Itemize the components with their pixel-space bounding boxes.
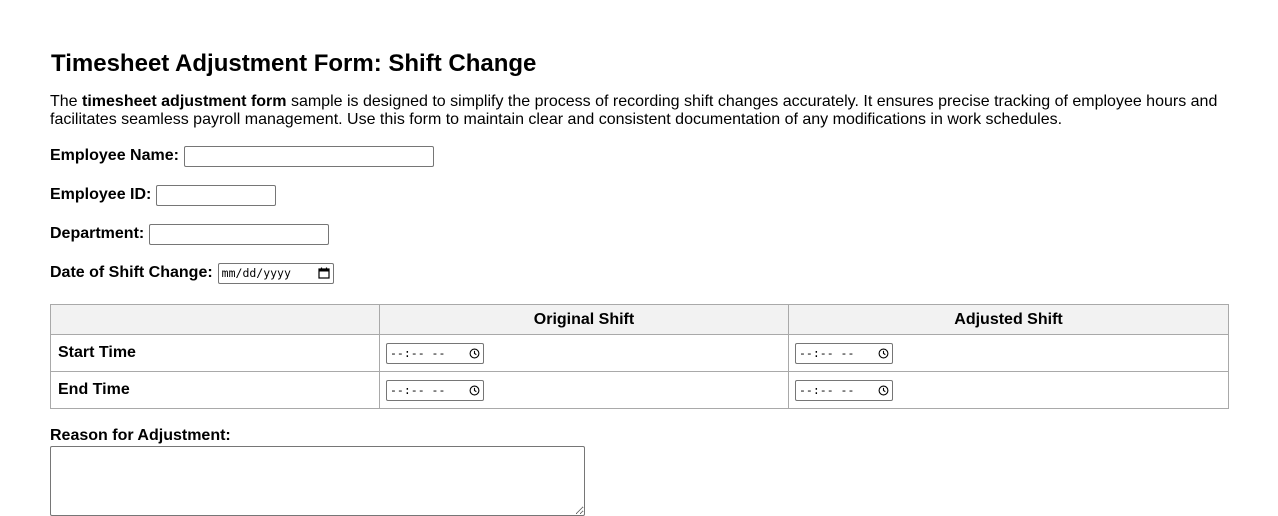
calendar-icon[interactable] xyxy=(318,267,330,279)
department-label: Department: xyxy=(50,225,145,242)
original-start-time-input[interactable]: --:-- -- xyxy=(386,342,484,364)
reason-textarea[interactable] xyxy=(50,446,585,516)
header-adjusted-shift: Adjusted Shift xyxy=(788,304,1229,335)
employee-name-row: Employee Name: xyxy=(50,145,434,167)
adjusted-end-time-input[interactable]: --:-- -- xyxy=(795,379,893,401)
adjusted-start-time-value: --:-- -- xyxy=(799,346,855,360)
shift-date-input[interactable]: mm/dd/yyyy xyxy=(217,262,334,284)
intro-paragraph: The timesheet adjustment form sample is … xyxy=(50,93,1228,129)
employee-id-row: Employee ID: xyxy=(50,184,277,206)
original-end-time-value: --:-- -- xyxy=(390,383,446,397)
original-end-time-input[interactable]: --:-- -- xyxy=(386,379,484,401)
adjusted-start-time-input[interactable]: --:-- -- xyxy=(795,342,893,364)
intro-bold-text: timesheet adjustment form xyxy=(82,93,287,110)
shift-table: Original Shift Adjusted Shift Start Time… xyxy=(50,304,1229,409)
table-row-end-time: End Time --:-- -- --:-- -- xyxy=(50,371,1229,409)
clock-icon[interactable] xyxy=(469,348,480,359)
department-input[interactable] xyxy=(149,223,330,245)
intro-prefix: The xyxy=(50,93,83,110)
employee-name-label: Employee Name: xyxy=(50,147,179,164)
shift-date-label: Date of Shift Change: xyxy=(50,264,213,281)
start-time-label: Start Time xyxy=(50,334,380,372)
clock-icon[interactable] xyxy=(878,348,889,359)
employee-id-input[interactable] xyxy=(156,184,277,206)
shift-date-row: Date of Shift Change: mm/dd/yyyy xyxy=(50,262,334,284)
adjusted-end-cell: --:-- -- xyxy=(788,371,1229,409)
page-title: Timesheet Adjustment Form: Shift Change xyxy=(51,50,537,77)
header-blank xyxy=(50,304,380,335)
end-time-label: End Time xyxy=(50,371,380,409)
reason-label: Reason for Adjustment: xyxy=(50,427,231,444)
table-row-start-time: Start Time --:-- -- --:-- -- xyxy=(50,334,1229,372)
employee-name-input[interactable] xyxy=(183,145,434,167)
original-start-cell: --:-- -- xyxy=(379,334,789,372)
adjusted-start-cell: --:-- -- xyxy=(788,334,1229,372)
clock-icon[interactable] xyxy=(878,385,889,396)
shift-table-header-row: Original Shift Adjusted Shift xyxy=(50,304,1229,335)
department-row: Department: xyxy=(50,223,330,245)
header-original-shift: Original Shift xyxy=(379,304,789,335)
clock-icon[interactable] xyxy=(469,385,480,396)
original-start-time-value: --:-- -- xyxy=(390,346,446,360)
original-end-cell: --:-- -- xyxy=(379,371,789,409)
employee-id-label: Employee ID: xyxy=(50,186,152,203)
adjusted-end-time-value: --:-- -- xyxy=(799,383,855,397)
shift-date-placeholder: mm/dd/yyyy xyxy=(221,266,291,280)
